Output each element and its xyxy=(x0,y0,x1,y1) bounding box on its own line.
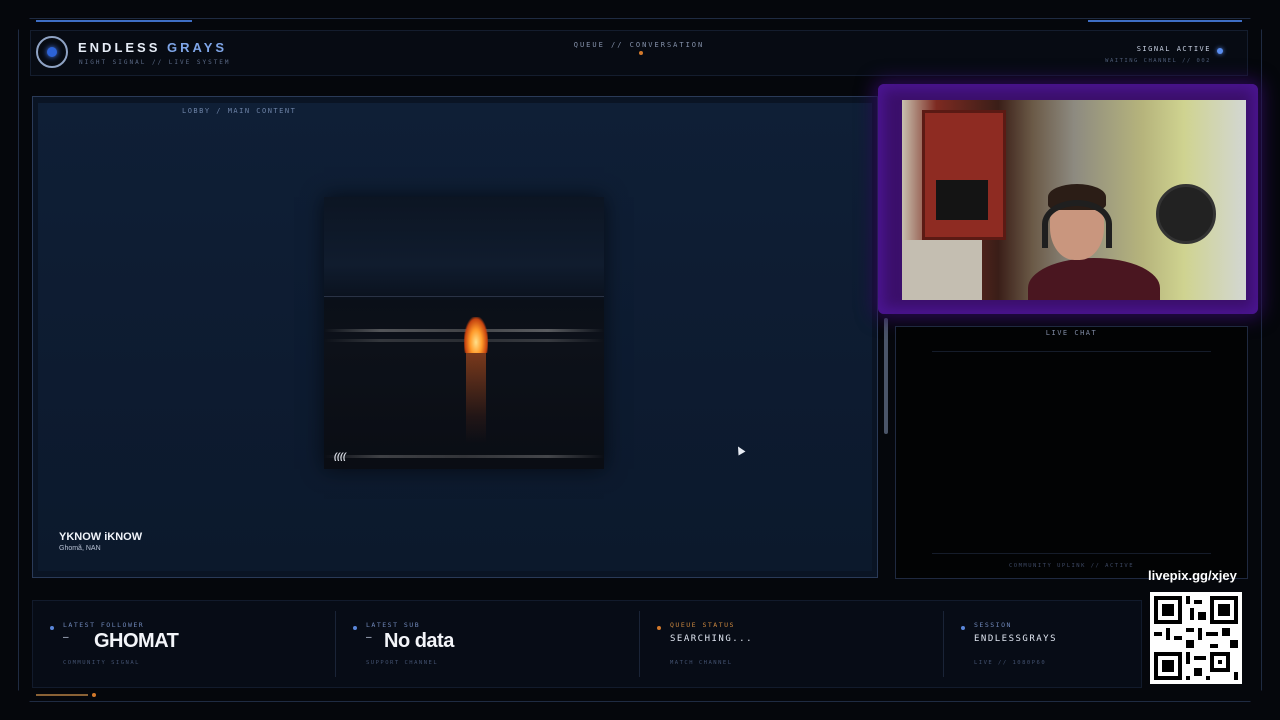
album-logo: (((( xyxy=(334,451,346,461)
top-right-accent xyxy=(1088,20,1242,22)
bottom-accent-line xyxy=(36,694,88,696)
stat-dot-icon xyxy=(50,626,54,630)
brand-subtitle: NIGHT SIGNAL // LIVE SYSTEM xyxy=(79,59,231,66)
scene-indicator-dot xyxy=(639,51,643,55)
stat-sublabel: COMMUNITY SIGNAL xyxy=(63,660,140,666)
main-content-panel: LOBBY / MAIN CONTENT (((( YKNOW iKNOW Gh… xyxy=(32,96,878,578)
latest-follower-stat: LATEST FOLLOWER – GHOMAT COMMUNITY SIGNA… xyxy=(33,601,336,687)
stat-dash: – xyxy=(366,632,372,643)
stat-dot-icon xyxy=(961,626,965,630)
stat-label: LATEST SUB xyxy=(366,621,421,629)
webcam-feed xyxy=(902,100,1246,300)
live-chat-title: LIVE CHAT xyxy=(1045,329,1098,337)
live-chat-panel: LIVE CHAT COMMUNITY UPLINK // ACTIVE xyxy=(895,326,1248,579)
stat-dot-icon xyxy=(353,626,357,630)
stats-bar: LATEST FOLLOWER – GHOMAT COMMUNITY SIGNA… xyxy=(32,600,1142,688)
main-content-label: LOBBY / MAIN CONTENT xyxy=(182,107,297,115)
waiting-channel: WAITING CHANNEL // 002 xyxy=(1105,58,1211,64)
session-value: ENDLESSGRAYS xyxy=(974,634,1058,644)
donation-link: livepix.gg/xjey xyxy=(1148,568,1237,583)
mouse-cursor-icon xyxy=(734,444,746,456)
signal-dot-icon xyxy=(1217,48,1223,54)
latest-sub-name: No data xyxy=(384,630,454,652)
stat-label: LATEST FOLLOWER xyxy=(63,621,145,629)
stat-sublabel: MATCH CHANNEL xyxy=(670,660,733,666)
stat-dash: – xyxy=(63,632,69,643)
top-left-accent xyxy=(36,20,192,22)
latest-sub-stat: LATEST SUB – No data SUPPORT CHANNEL xyxy=(336,601,639,687)
headset-image xyxy=(1042,200,1112,248)
signal-status: SIGNAL ACTIVE xyxy=(1136,45,1211,53)
now-playing-artist: Ghomã, NAN xyxy=(59,545,101,552)
album-cover: (((( xyxy=(324,197,604,469)
queue-status-stat: QUEUE STATUS SEARCHING... MATCH CHANNEL xyxy=(640,601,943,687)
bottom-accent-dot xyxy=(92,693,96,697)
latest-follower-name: GHOMAT xyxy=(94,630,179,652)
stat-label: QUEUE STATUS xyxy=(670,621,735,629)
queue-status-value: SEARCHING... xyxy=(670,634,754,644)
stat-sublabel: SUPPORT CHANNEL xyxy=(366,660,439,666)
stat-dot-icon xyxy=(657,626,661,630)
fan-image xyxy=(1156,184,1216,244)
header-bar: ENDLESS GRAYS NIGHT SIGNAL // LIVE SYSTE… xyxy=(30,30,1248,76)
main-content-area: LOBBY / MAIN CONTENT (((( YKNOW iKNOW Gh… xyxy=(38,103,872,571)
stat-sublabel: LIVE // 1080P60 xyxy=(974,660,1047,666)
scrollbar[interactable] xyxy=(884,318,888,434)
scene-title: QUEUE // CONVERSATION xyxy=(573,41,705,49)
now-playing-title: YKNOW iKNOW xyxy=(59,531,143,543)
burning-chair-image xyxy=(464,317,488,353)
stat-label: SESSION xyxy=(974,621,1012,629)
session-stat: SESSION ENDLESSGRAYS LIVE // 1080P60 xyxy=(944,601,1139,687)
qr-code-icon xyxy=(1150,592,1242,684)
